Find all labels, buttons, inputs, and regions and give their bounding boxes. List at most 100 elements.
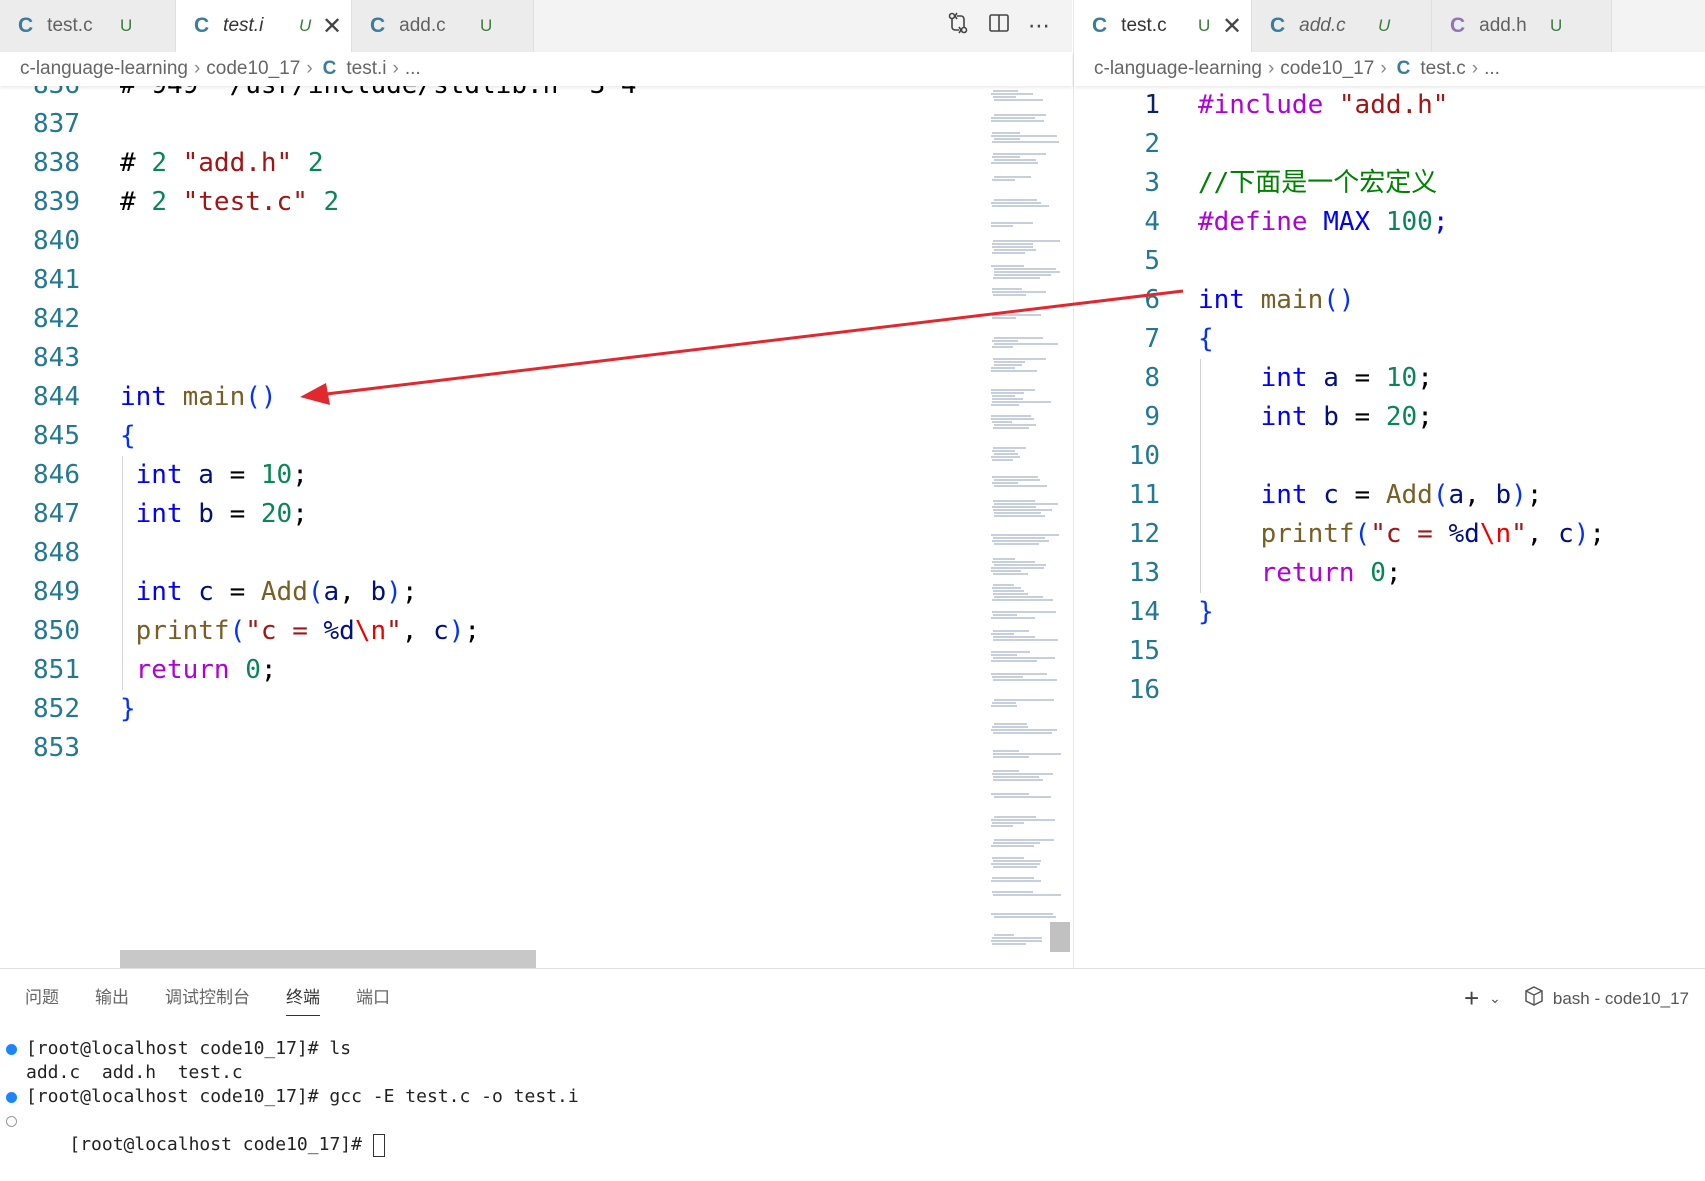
code-line[interactable]: 837 (0, 105, 1072, 144)
breadcrumb-root[interactable]: c-language-learning (1094, 58, 1262, 80)
line-number: 844 (33, 382, 80, 412)
minimap-line (994, 99, 1043, 101)
code-text: #define MAX 100; (1198, 207, 1449, 237)
minimap-line (992, 340, 1018, 342)
breadcrumb-file[interactable]: test.i (346, 58, 386, 80)
command-success-dot[interactable] (6, 1044, 17, 1055)
code-line[interactable]: 844 int main() (0, 378, 1072, 417)
code-line[interactable]: 7{ (1074, 320, 1705, 359)
code-line[interactable]: 852} (0, 690, 1072, 729)
terminal-shell-icon (1525, 986, 1543, 1011)
horizontal-scrollbar[interactable] (120, 950, 536, 968)
code-line[interactable]: 848 (0, 534, 1072, 573)
breadcrumb-folder[interactable]: code10_17 (1280, 58, 1374, 80)
code-line[interactable]: 4 #define MAX 100; (1074, 203, 1705, 242)
minimap-line (991, 845, 1034, 847)
new-terminal-icon[interactable]: + (1464, 983, 1479, 1014)
tab-problems[interactable]: 问题 (25, 983, 59, 1016)
tab-terminal[interactable]: 终端 (286, 983, 320, 1016)
code-line[interactable]: 840 (0, 222, 1072, 261)
minimap-line (993, 90, 1018, 92)
terminal-prompt-line[interactable]: [root@localhost code10_17]# (26, 1109, 385, 1157)
code-line[interactable]: 6 int main() (1074, 281, 1705, 320)
minimap-line (992, 587, 1021, 589)
untracked-badge: U (480, 16, 493, 35)
code-line[interactable]: 850 printf("c = %d\n", c); (0, 612, 1072, 651)
code-line[interactable]: 3 //下面是一个宏定义 (1074, 164, 1705, 203)
code-line[interactable]: 14} (1074, 593, 1705, 632)
code-line[interactable]: 847 int b = 20; (0, 495, 1072, 534)
tab-add-h[interactable]: C add.h U (1432, 0, 1612, 52)
breadcrumb-folder[interactable]: code10_17 (206, 58, 300, 80)
code-line[interactable]: 849 int c = Add(a, b); (0, 573, 1072, 612)
minimap-line (994, 479, 1040, 481)
code-editor-test-c[interactable]: 1 #include "add.h" 2 3 //下面是一个宏定义 4 #define MA… (1074, 86, 1705, 968)
code-editor-test-i[interactable]: 836 # 949 "/usr/include/stdlib.h" 3 4 837 8… (0, 86, 1072, 968)
minimap-line (991, 392, 1024, 394)
code-line[interactable]: 11 int c = Add(a, b); (1074, 476, 1705, 515)
code-line[interactable]: 16 (1074, 671, 1705, 710)
code-line[interactable]: 842 (0, 300, 1072, 339)
minimap-line (993, 96, 1016, 98)
tab-label: test.c (1121, 15, 1167, 36)
code-line[interactable]: 12 printf("c = %d\n", c); (1074, 515, 1705, 554)
chevron-down-icon[interactable]: ⌄ (1489, 990, 1501, 1007)
terminal-name[interactable]: bash - code10_17 (1553, 989, 1689, 1009)
code-line[interactable]: 8 int a = 10; (1074, 359, 1705, 398)
tab-debug-console[interactable]: 调试控制台 (165, 983, 250, 1016)
tab-test-c[interactable]: C test.c U ✕ (1074, 0, 1252, 52)
minimap-slider[interactable] (1050, 922, 1070, 952)
minimap-line (993, 636, 1035, 638)
code-line[interactable]: 2 (1074, 125, 1705, 164)
minimap-line (991, 117, 1035, 119)
close-icon[interactable]: ✕ (1222, 12, 1242, 41)
minimap-line (991, 93, 1033, 95)
compare-changes-icon[interactable] (946, 11, 970, 41)
more-actions-icon[interactable]: ⋯ (1028, 14, 1051, 39)
breadcrumb-file[interactable]: test.c (1420, 58, 1465, 80)
breadcrumb-symbol[interactable]: ... (1484, 58, 1500, 80)
minimap-line (993, 277, 1040, 279)
minimap-line (991, 863, 1040, 865)
chevron-right-icon: › (193, 58, 201, 79)
breadcrumb-root[interactable]: c-language-learning (20, 58, 188, 80)
code-line[interactable]: 13 return 0; (1074, 554, 1705, 593)
line-number: 9 (1144, 402, 1160, 432)
tab-output[interactable]: 输出 (95, 983, 129, 1016)
split-editor-icon[interactable] (988, 12, 1010, 40)
tab-test-c[interactable]: C test.c U (0, 0, 176, 52)
code-line[interactable]: 845 { (0, 417, 1072, 456)
minimap-line (994, 596, 1043, 598)
line-number: 3 (1144, 168, 1160, 198)
minimap-line (992, 450, 1015, 452)
tab-ports[interactable]: 端口 (356, 983, 390, 1016)
command-success-dot[interactable] (6, 1092, 17, 1103)
code-line[interactable]: 839 # 2 "test.c" 2 (0, 183, 1072, 222)
code-line[interactable]: 841 (0, 261, 1072, 300)
code-line[interactable]: 846 int a = 10; (0, 456, 1072, 495)
code-line[interactable]: 15 (1074, 632, 1705, 671)
minimap-line (993, 427, 1029, 429)
right-editor-group: C test.c U ✕ C add.c U C add.h U c-langu… (1073, 0, 1705, 968)
code-line[interactable]: 10 (1074, 437, 1705, 476)
tab-test-i[interactable]: C test.i U ✕ (176, 0, 352, 52)
code-line[interactable]: 843 (0, 339, 1072, 378)
tab-label: test.i (223, 15, 264, 36)
minimap-line (991, 913, 1053, 915)
code-line[interactable]: 838 # 2 "add.h" 2 (0, 144, 1072, 183)
c-file-icon: C (18, 14, 34, 37)
tab-add-c[interactable]: C add.c U (1252, 0, 1432, 52)
breadcrumb-symbol[interactable]: ... (405, 58, 421, 80)
code-line[interactable]: 836 # 949 "/usr/include/stdlib.h" 3 4 (0, 86, 1072, 105)
code-line[interactable]: 5 (1074, 242, 1705, 281)
minimap-line (994, 424, 1036, 426)
code-line[interactable]: 853 (0, 729, 1072, 768)
minimap[interactable] (983, 86, 1065, 956)
code-line[interactable]: 9 int b = 20; (1074, 398, 1705, 437)
code-line[interactable]: 851 return 0; (0, 651, 1072, 690)
tab-add-c[interactable]: C add.c U (352, 0, 534, 52)
minimap-line (991, 729, 1057, 731)
close-icon[interactable]: ✕ (322, 12, 342, 41)
code-line[interactable]: 1 #include "add.h" (1074, 86, 1705, 125)
line-number: 838 (33, 148, 80, 178)
